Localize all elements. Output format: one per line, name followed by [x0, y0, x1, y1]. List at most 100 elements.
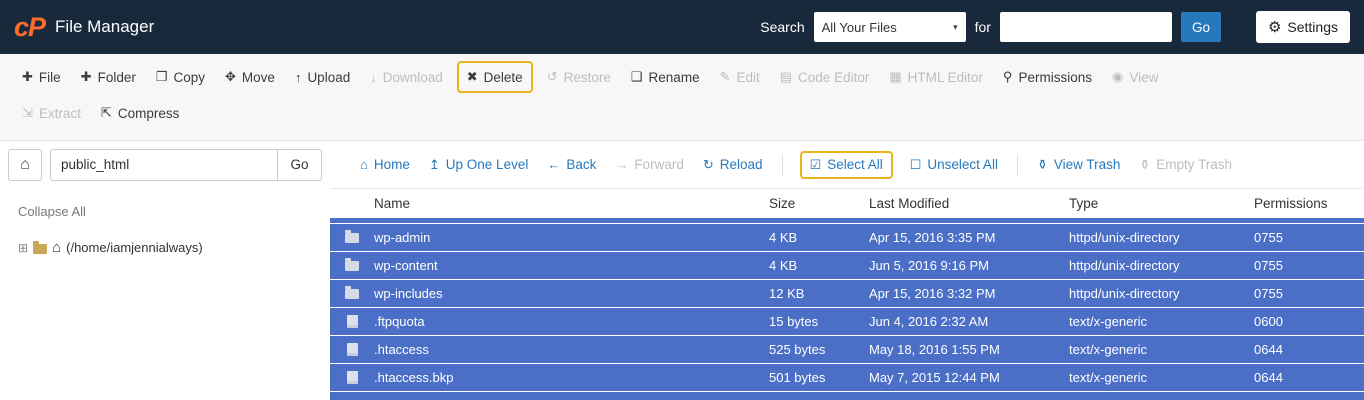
copy-button[interactable]: ❐ Copy [146, 61, 215, 93]
file-name: wp-includes [374, 286, 443, 301]
move-button[interactable]: ✥ Move [215, 61, 285, 93]
file-size: 12 KB [769, 286, 805, 301]
toolbar: ✚ File ✚ Folder ❐ Copy ✥ Move ↑ Upload ↓… [0, 54, 1364, 141]
file-size: 4 KB [769, 258, 798, 273]
code-editor-icon: ▤ [779, 69, 793, 84]
file-icon [346, 315, 358, 328]
nav-empty-trash-link[interactable]: ⚱ Empty Trash [1139, 157, 1232, 173]
search-scope-value: All Your Files [821, 19, 897, 35]
nav-forward-link[interactable]: → Forward [615, 157, 684, 172]
file-modified: Jun 4, 2016 2:32 AM [869, 314, 989, 329]
file-name: wp-content [374, 258, 438, 273]
table-row[interactable]: wp-content 4 KB Jun 5, 2016 9:16 PM http… [330, 252, 1364, 280]
nav-back-link[interactable]: ← Back [547, 157, 596, 172]
folder-button[interactable]: ✚ Folder [71, 61, 146, 93]
nav-reload-link[interactable]: ↻ Reload [703, 157, 763, 173]
file-icon [346, 371, 358, 384]
rename-button-label: Rename [648, 69, 700, 85]
nav-view-trash-label: View Trash [1053, 157, 1121, 172]
restore-button[interactable]: ↺ Restore [537, 61, 621, 93]
move-button-label: Move [241, 69, 275, 85]
code-editor-button[interactable]: ▤ Code Editor [770, 61, 880, 93]
search-input[interactable] [999, 12, 1172, 42]
nav-up-one-level-label: Up One Level [445, 157, 529, 172]
upload-button[interactable]: ↑ Upload [285, 62, 360, 93]
file-type: text/x-generic [1069, 342, 1148, 357]
column-header-type[interactable]: Type [1069, 196, 1254, 211]
divider [781, 154, 783, 175]
delete-button[interactable]: ✖ Delete [456, 61, 533, 93]
tree-item-home[interactable]: ⊞ ⌂ (/home/iamjennialways) [18, 239, 312, 256]
file-list: Name Size Last Modified Type Permissions… [330, 188, 1364, 400]
compress-button[interactable]: ⇱ Compress [91, 97, 189, 129]
edit-icon: ✎ [719, 69, 731, 84]
toolbar-row-2: ⇲ Extract ⇱ Compress [12, 97, 1352, 129]
column-header-size[interactable]: Size [769, 196, 869, 211]
file-button[interactable]: ✚ File [12, 61, 71, 93]
column-header-name[interactable]: Name [374, 196, 769, 211]
html-editor-button[interactable]: ▦ HTML Editor [879, 61, 993, 93]
edit-button[interactable]: ✎ Edit [710, 61, 770, 93]
table-row[interactable]: wp-admin 4 KB Apr 15, 2016 3:35 PM httpd… [330, 224, 1364, 252]
rename-button[interactable]: ❏ Rename [621, 61, 710, 93]
table-row[interactable]: .ftpquota 15 bytes Jun 4, 2016 2:32 AM t… [330, 308, 1364, 336]
view-trash-icon: ⚱ [1036, 156, 1048, 172]
search-scope-select[interactable]: All Your Files ▾ [813, 12, 966, 42]
file-type: text/x-generic [1069, 314, 1148, 329]
add-file-icon: ✚ [22, 69, 33, 84]
nav-forward-label: Forward [634, 157, 684, 172]
file-type: httpd/unix-directory [1069, 286, 1180, 301]
reload-icon: ↻ [702, 156, 714, 172]
nav-home-link[interactable]: ⌂ Home [360, 157, 410, 172]
path-go-button[interactable]: Go [278, 148, 322, 181]
permissions-key-icon: ⚲ [1002, 69, 1013, 84]
nav-view-trash-link[interactable]: ⚱ View Trash [1037, 157, 1120, 173]
copy-button-label: Copy [173, 69, 206, 85]
directory-tree-sidebar: Collapse All ⊞ ⌂ (/home/iamjennialways) [0, 188, 330, 400]
settings-button[interactable]: ⚙ Settings [1255, 11, 1350, 43]
extract-button[interactable]: ⇲ Extract [12, 97, 91, 129]
nav-up-one-level-link[interactable]: ↥ Up One Level [429, 157, 528, 173]
column-header-last-modified[interactable]: Last Modified [869, 196, 1069, 211]
table-row[interactable]: .htaccess 525 bytes May 18, 2016 1:55 PM… [330, 336, 1364, 364]
column-header-permissions[interactable]: Permissions [1254, 196, 1364, 211]
file-size: 4 KB [769, 230, 798, 245]
file-modified: May 18, 2016 1:55 PM [869, 342, 1000, 357]
settings-button-label: Settings [1287, 19, 1338, 35]
empty-trash-icon: ⚱ [1139, 156, 1151, 172]
nav-unselect-all-link[interactable]: ☐ Unselect All [910, 157, 998, 173]
add-folder-icon: ✚ [80, 69, 92, 84]
file-button-label: File [38, 69, 61, 85]
nav-empty-trash-label: Empty Trash [1156, 157, 1233, 172]
upload-icon: ↑ [294, 69, 302, 85]
download-icon: ↓ [370, 69, 377, 85]
folder-icon [345, 257, 359, 271]
copy-icon: ❐ [155, 69, 168, 84]
file-permissions: 0600 [1254, 314, 1283, 329]
nav-home-label: Home [373, 157, 410, 172]
html-editor-icon: ▦ [889, 69, 902, 84]
home-directory-button[interactable]: ⌂ [8, 148, 42, 181]
back-arrow-icon: ← [547, 157, 561, 172]
file-name: wp-admin [374, 230, 431, 245]
table-row[interactable]: .htaccess.bkp 501 bytes May 7, 2015 12:4… [330, 364, 1364, 392]
divider [1016, 154, 1018, 175]
tree-expand-icon[interactable]: ⊞ [18, 241, 28, 255]
file-permissions: 0644 [1254, 370, 1283, 385]
search-go-button[interactable]: Go [1180, 12, 1221, 42]
table-row[interactable]: wp-includes 12 KB Apr 15, 2016 3:32 PM h… [330, 280, 1364, 308]
path-input[interactable] [50, 148, 278, 181]
permissions-button[interactable]: ⚲ Permissions [993, 61, 1102, 93]
chevron-down-icon: ▾ [953, 21, 958, 32]
folder-icon [33, 240, 48, 254]
nav-reload-label: Reload [719, 157, 763, 172]
download-button[interactable]: ↓ Download [360, 62, 453, 93]
file-name: .ftpquota [374, 314, 425, 329]
file-name: .htaccess [374, 342, 429, 357]
folder-button-label: Folder [97, 69, 136, 85]
nav-select-all-link[interactable]: ☑ Select All [799, 150, 893, 179]
rename-icon: ❏ [630, 69, 643, 84]
collapse-all-link[interactable]: Collapse All [18, 204, 312, 219]
file-modified: Apr 15, 2016 3:35 PM [869, 230, 996, 245]
view-button[interactable]: ◉ View [1102, 61, 1168, 93]
